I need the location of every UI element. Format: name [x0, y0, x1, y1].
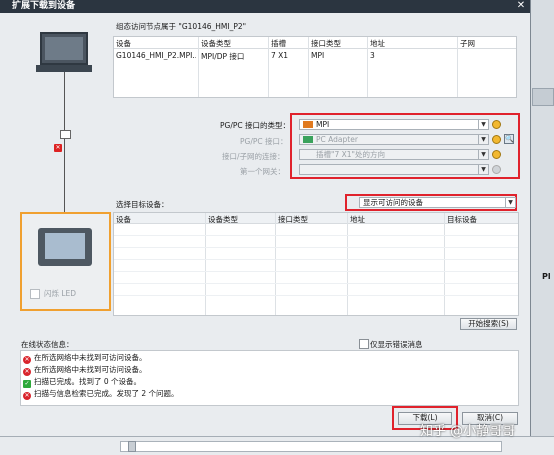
first-gateway-select[interactable]: ▼ — [299, 164, 489, 175]
start-search-button[interactable]: 开始搜索(S) — [460, 318, 517, 330]
pc-adapter-icon — [303, 136, 313, 143]
column-header-target-device: 目标设备 — [447, 215, 477, 224]
column-divider — [444, 213, 445, 315]
checkmark-icon: ✓ — [23, 380, 31, 388]
column-header-address: 地址 — [350, 215, 365, 224]
background-panel-label: Pl — [542, 272, 551, 281]
pc-base-icon — [36, 65, 92, 72]
scrollbar-thumb[interactable] — [128, 441, 136, 452]
column-divider — [367, 37, 368, 97]
chevron-down-icon[interactable]: ▼ — [478, 120, 488, 129]
table-cell-device-type[interactable]: MPI/DP 接口 — [201, 51, 244, 62]
pgpc-interface-value: PC Adapter — [316, 135, 358, 144]
settings-icon[interactable] — [492, 120, 501, 129]
error-icon: ✕ — [23, 392, 31, 400]
column-divider — [308, 37, 309, 97]
properties-icon[interactable] — [492, 135, 501, 144]
table-row — [114, 295, 518, 296]
configured-nodes-table: 设备 设备类型 插槽 接口类型 地址 子网 G10146_HMI_P2.MPI.… — [113, 36, 517, 98]
watermark: 知乎 @小静哥哥 — [420, 424, 516, 439]
pgpc-type-label: PG/PC 接口的类型： — [220, 121, 291, 130]
column-header-interface-type: 接口类型 — [278, 215, 308, 224]
first-gateway-label: 第一个网关： — [240, 167, 285, 176]
errors-only-label: 仅显示错误消息 — [370, 340, 423, 349]
pgpc-interface-select[interactable]: PC Adapter ▼ — [299, 134, 489, 145]
chevron-down-icon[interactable]: ▼ — [478, 165, 488, 174]
mpi-icon — [303, 121, 313, 128]
target-devices-table: 设备 设备类型 接口类型 地址 目标设备 — [113, 212, 519, 316]
help-icon[interactable] — [492, 150, 501, 159]
column-divider — [347, 213, 348, 315]
background-app-right: Pl — [530, 0, 554, 454]
subnet-connection-value: 插槽"7 X1"处的方向 — [316, 150, 385, 159]
target-device-label: 选择目标设备： — [116, 200, 169, 209]
background-tab[interactable] — [532, 88, 554, 106]
column-divider — [275, 213, 276, 315]
pgpc-interface-label: PG/PC 接口： — [240, 137, 288, 146]
column-divider — [268, 37, 269, 97]
status-message: ✕ 扫描与信息检索已完成。发现了 2 个问题。 — [23, 389, 179, 400]
status-message: ✕ 在所选网络中未找到可访问设备。 — [23, 365, 147, 376]
table-cell-address[interactable]: 3 — [370, 51, 375, 60]
column-header-interface-type: 接口类型 — [311, 39, 341, 48]
extended-download-dialog: 扩展下载到设备 ✕ ✕ 闪烁 LED 组态访问节点属于 "G10146_HMI_… — [0, 0, 531, 436]
flash-led-checkbox[interactable] — [30, 289, 40, 299]
hmi-panel-icon — [38, 228, 92, 266]
table-cell-device[interactable]: G10146_HMI_P2.MPI... — [116, 51, 196, 60]
status-message-list: ✕ 在所选网络中未找到可访问设备。 ✕ 在所选网络中未找到可访问设备。 ✓ 扫描已完成… — [20, 350, 519, 406]
column-divider — [457, 37, 458, 97]
gateway-help-icon[interactable] — [492, 165, 501, 174]
table-row — [114, 271, 518, 272]
chevron-down-icon[interactable]: ▼ — [478, 150, 488, 159]
pgpc-type-value: MPI — [316, 120, 330, 129]
flash-led-label: 闪烁 LED — [44, 289, 77, 298]
network-cable — [64, 72, 65, 220]
status-message: ✕ 在所选网络中未找到可访问设备。 — [23, 353, 147, 364]
dialog-title: 扩展下载到设备 — [12, 1, 76, 11]
error-icon: ✕ — [23, 356, 31, 364]
table-row — [114, 283, 518, 284]
table-row — [114, 259, 518, 260]
target-device-panel: 闪烁 LED — [20, 212, 111, 311]
column-header-device-type: 设备类型 — [208, 215, 238, 224]
column-divider — [205, 213, 206, 315]
pgpc-type-select[interactable]: MPI ▼ — [299, 119, 489, 130]
column-header-address: 地址 — [370, 39, 385, 48]
subnet-connection-label: 接口/子网的连接： — [222, 152, 285, 161]
chevron-down-icon[interactable]: ▼ — [478, 135, 488, 144]
error-icon: ✕ — [23, 368, 31, 376]
column-header-slot: 插槽 — [271, 39, 286, 48]
table-cell-interface-type[interactable]: MPI — [311, 51, 324, 60]
target-filter-select[interactable]: 显示可访问的设备 ▼ — [359, 197, 516, 208]
target-filter-value: 显示可访问的设备 — [363, 198, 423, 207]
column-header-device: 设备 — [116, 39, 131, 48]
horizontal-scrollbar[interactable] — [120, 441, 502, 452]
chevron-down-icon[interactable]: ▼ — [505, 198, 515, 207]
errors-only-checkbox[interactable] — [359, 339, 369, 349]
connection-error-icon: ✕ — [54, 144, 62, 152]
dialog-titlebar: 扩展下载到设备 ✕ — [0, 0, 530, 13]
column-divider — [198, 37, 199, 97]
table-row — [114, 247, 518, 248]
table-row — [114, 235, 518, 236]
column-header-subnet: 子网 — [460, 39, 475, 48]
status-message: ✓ 扫描已完成。找到了 0 个设备。 — [23, 377, 142, 388]
pc-icon — [40, 32, 88, 65]
close-icon[interactable]: ✕ — [515, 0, 527, 12]
adapter-connector-icon — [60, 130, 71, 139]
online-status-label: 在线状态信息： — [21, 340, 74, 349]
column-header-device: 设备 — [116, 215, 131, 224]
subnet-connection-select[interactable]: 插槽"7 X1"处的方向 ▼ — [299, 149, 489, 160]
diagnostics-icon[interactable]: 🔍 — [504, 134, 514, 144]
table-cell-slot[interactable]: 7 X1 — [271, 51, 288, 60]
configured-nodes-caption: 组态访问节点属于 "G10146_HMI_P2" — [116, 22, 247, 31]
column-header-device-type: 设备类型 — [201, 39, 231, 48]
